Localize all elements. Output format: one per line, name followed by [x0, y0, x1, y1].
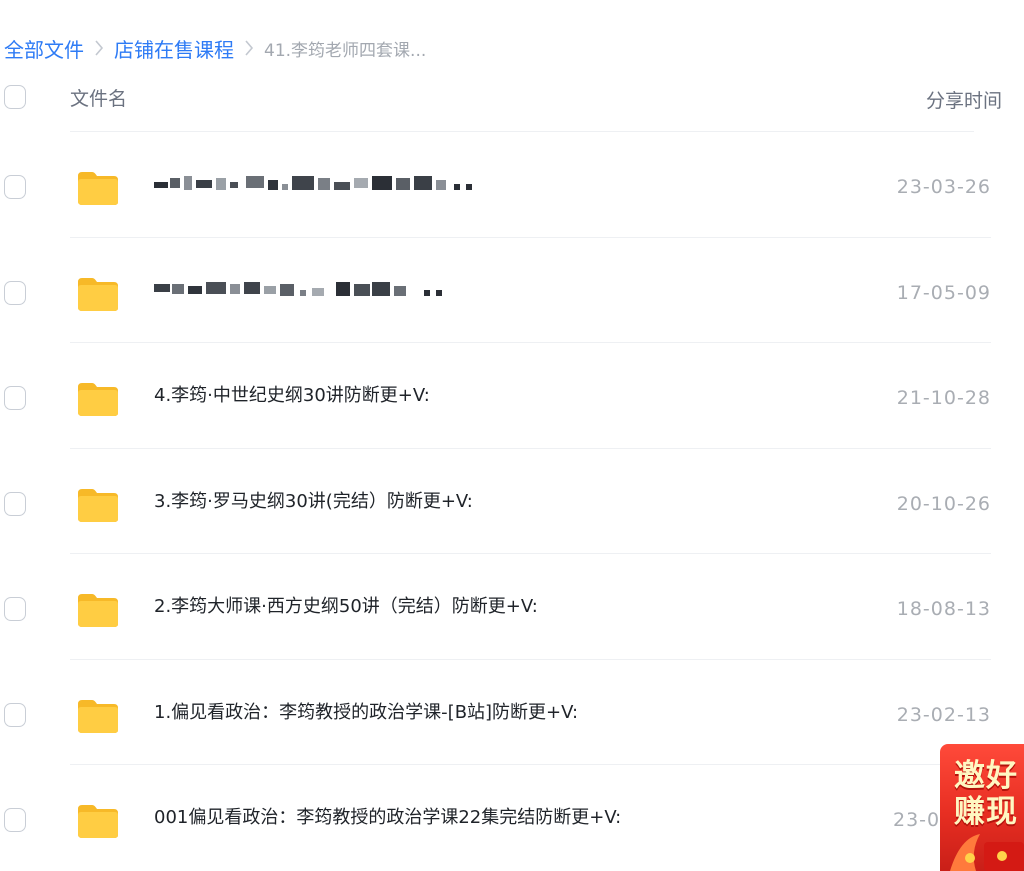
- folder-icon: [78, 805, 118, 838]
- column-header-share-time[interactable]: 分享时间: [926, 86, 1002, 113]
- row-checkbox[interactable]: [4, 280, 26, 305]
- invite-promo-badge[interactable]: 邀好 赚现: [940, 744, 1024, 871]
- red-envelope-icon: [950, 834, 1024, 871]
- file-name[interactable]: 001偏见看政治：李筠教授的政治学课22集完结防断更+V:: [154, 803, 621, 829]
- select-all-checkbox[interactable]: [4, 85, 26, 109]
- folder-icon: [78, 699, 118, 733]
- file-date: 21-10-28: [896, 387, 991, 409]
- row-checkbox[interactable]: [4, 597, 26, 621]
- blurred-file-name: [154, 281, 442, 296]
- file-name[interactable]: 3.李筠·罗马史纲30讲(完结）防断更+V:: [154, 487, 473, 513]
- file-row[interactable]: 3.李筠·罗马史纲30讲(完结）防断更+V: 20-10-26: [0, 449, 1024, 554]
- file-name[interactable]: 4.李筠·中世纪史纲30讲防断更+V:: [154, 381, 430, 407]
- file-date: 18-08-13: [896, 598, 991, 620]
- promo-line-2: 赚现: [954, 794, 1018, 830]
- folder-icon: [78, 488, 118, 522]
- row-checkbox[interactable]: [4, 491, 26, 516]
- breadcrumb-store-courses[interactable]: 店铺在售课程: [114, 34, 234, 63]
- row-checkbox[interactable]: [4, 702, 26, 727]
- file-row[interactable]: 23-03-26: [0, 132, 1024, 238]
- file-row[interactable]: 17-05-09: [0, 238, 1024, 343]
- chevron-right-icon: [94, 39, 104, 57]
- file-date: 20-10-26: [896, 492, 991, 515]
- file-name[interactable]: 1.偏见看政治：李筠教授的政治学课-[B站]防断更+V:: [154, 698, 578, 724]
- folder-icon: [78, 172, 118, 205]
- chevron-right-icon: [244, 39, 254, 57]
- file-date: 23-03-26: [896, 176, 991, 198]
- breadcrumb: 全部文件 店铺在售课程 41.李筠老师四套课...: [4, 32, 426, 64]
- folder-icon: [78, 277, 118, 311]
- file-date: 17-05-09: [896, 281, 991, 304]
- row-checkbox[interactable]: [4, 386, 26, 410]
- file-row[interactable]: 001偏见看政治：李筠教授的政治学课22集完结防断更+V: 23-0: [0, 765, 1024, 871]
- file-name[interactable]: 2.李筠大师课·西方史纲50讲（完结）防断更+V:: [154, 592, 538, 618]
- folder-icon: [78, 594, 118, 627]
- file-date: 23-0: [893, 809, 941, 831]
- row-checkbox[interactable]: [4, 175, 26, 199]
- blurred-file-name: [154, 176, 472, 190]
- list-header: 文件名 分享时间: [0, 78, 1024, 118]
- row-checkbox[interactable]: [4, 808, 26, 832]
- file-row[interactable]: 4.李筠·中世纪史纲30讲防断更+V: 21-10-28: [0, 343, 1024, 449]
- file-row[interactable]: 2.李筠大师课·西方史纲50讲（完结）防断更+V: 18-08-13: [0, 554, 1024, 660]
- file-row[interactable]: 1.偏见看政治：李筠教授的政治学课-[B站]防断更+V: 23-02-13: [0, 660, 1024, 765]
- file-list: 23-03-26 17-05-09 4.李筠·中世纪史纲30讲防断更+V: 21…: [0, 132, 1024, 871]
- breadcrumb-all-files[interactable]: 全部文件: [4, 34, 84, 63]
- column-header-name[interactable]: 文件名: [70, 84, 127, 111]
- file-list-page: 全部文件 店铺在售课程 41.李筠老师四套课... 文件名 分享时间 23-03…: [0, 0, 1024, 871]
- folder-icon: [78, 383, 118, 416]
- breadcrumb-current: 41.李筠老师四套课...: [264, 40, 427, 61]
- file-date: 23-02-13: [896, 703, 991, 726]
